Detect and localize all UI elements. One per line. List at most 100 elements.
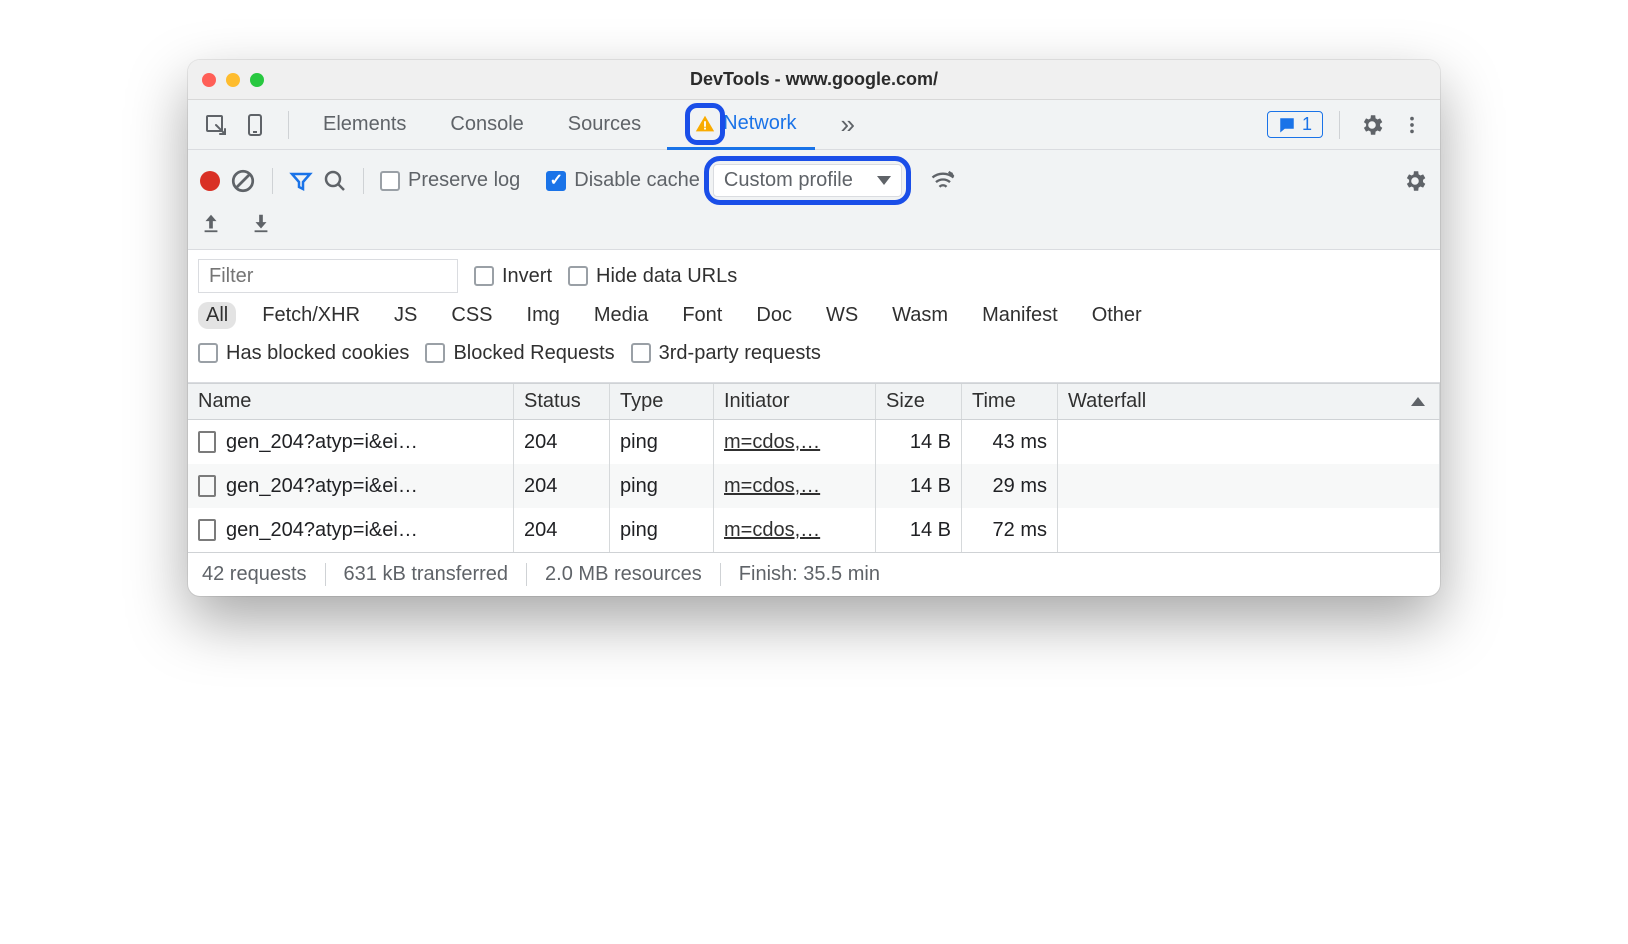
close-window-button[interactable] (202, 73, 216, 87)
request-time: 43 ms (962, 420, 1058, 464)
request-type: ping (610, 508, 714, 552)
type-filter-font[interactable]: Font (674, 302, 730, 329)
status-finish: Finish: 35.5 min (721, 563, 898, 586)
table-row[interactable]: gen_204?atyp=i&ei…204pingm=cdos,…14 B72 … (188, 508, 1440, 552)
invert-label: Invert (502, 265, 552, 288)
separator (272, 168, 273, 194)
invert-checkbox[interactable]: Invert (474, 265, 552, 288)
minimize-window-button[interactable] (226, 73, 240, 87)
request-waterfall (1058, 420, 1440, 464)
upload-har-icon[interactable] (200, 212, 222, 234)
settings-icon[interactable] (1356, 109, 1388, 141)
type-filter-js[interactable]: JS (386, 302, 425, 329)
table-row[interactable]: gen_204?atyp=i&ei…204pingm=cdos,…14 B29 … (188, 464, 1440, 508)
network-settings-icon[interactable] (1402, 168, 1428, 194)
throttle-value: Custom profile (724, 169, 853, 192)
third-party-checkbox[interactable]: 3rd-party requests (631, 342, 821, 365)
request-initiator[interactable]: m=cdos,… (724, 475, 820, 498)
zoom-window-button[interactable] (250, 73, 264, 87)
type-filter-media[interactable]: Media (586, 302, 656, 329)
issues-counter[interactable]: 1 (1267, 111, 1323, 138)
request-size: 14 B (876, 464, 962, 508)
third-party-label: 3rd-party requests (659, 342, 821, 365)
col-status[interactable]: Status (514, 384, 610, 419)
separator (363, 168, 364, 194)
blocked-requests-label: Blocked Requests (453, 342, 614, 365)
tab-network[interactable]: Network (667, 100, 814, 150)
network-conditions-icon[interactable] (929, 167, 957, 195)
filter-input[interactable] (198, 259, 458, 293)
tab-console[interactable]: Console (432, 100, 541, 150)
request-initiator[interactable]: m=cdos,… (724, 431, 820, 454)
request-status: 204 (514, 420, 610, 464)
request-status: 204 (514, 508, 610, 552)
type-filter-doc[interactable]: Doc (748, 302, 800, 329)
type-filter-fetchxhr[interactable]: Fetch/XHR (254, 302, 368, 329)
preserve-log-checkbox[interactable]: Preserve log (380, 169, 520, 192)
type-filter-css[interactable]: CSS (443, 302, 500, 329)
window-traffic-lights (202, 73, 264, 87)
network-toolbar: Preserve log Disable cache Custom profil… (188, 150, 1440, 250)
devtools-tabs: Elements Console Sources Network » 1 (188, 100, 1440, 150)
separator (288, 111, 289, 139)
disable-cache-checkbox[interactable]: Disable cache (546, 169, 700, 192)
download-har-icon[interactable] (250, 212, 272, 234)
checkbox-icon (380, 171, 400, 191)
type-filter-img[interactable]: Img (519, 302, 568, 329)
checkbox-icon (474, 266, 494, 286)
device-toolbar-icon[interactable] (240, 109, 272, 141)
request-name: gen_204?atyp=i&ei… (226, 431, 418, 454)
checkbox-icon (425, 343, 445, 363)
checkbox-icon (546, 171, 566, 191)
resource-type-filters: All Fetch/XHR JS CSS Img Media Font Doc WS Wasm Ma… (192, 296, 1428, 334)
file-icon (198, 431, 216, 453)
disable-cache-label: Disable cache (574, 169, 700, 192)
blocked-cookies-checkbox[interactable]: Has blocked cookies (198, 342, 409, 365)
tabs-overflow[interactable]: » (823, 100, 873, 150)
filter-bar: Invert Hide data URLs All Fetch/XHR JS CSS I… (188, 250, 1440, 383)
tab-elements[interactable]: Elements (305, 100, 424, 150)
preserve-log-label: Preserve log (408, 169, 520, 192)
blocked-requests-checkbox[interactable]: Blocked Requests (425, 342, 614, 365)
table-row[interactable]: gen_204?atyp=i&ei… 204ping m=cdos,… 14 B43 … (188, 420, 1440, 464)
record-button[interactable] (200, 171, 220, 191)
col-time[interactable]: Time (962, 384, 1058, 419)
blocked-cookies-label: Has blocked cookies (226, 342, 409, 365)
col-type[interactable]: Type (610, 384, 714, 419)
more-menu-icon[interactable] (1396, 109, 1428, 141)
type-filter-wasm[interactable]: Wasm (884, 302, 956, 329)
status-transferred: 631 kB transferred (326, 563, 528, 586)
inspect-element-icon[interactable] (200, 109, 232, 141)
col-initiator[interactable]: Initiator (714, 384, 876, 419)
warning-icon (694, 113, 716, 135)
search-icon[interactable] (323, 169, 347, 193)
titlebar: DevTools - www.google.com/ (188, 60, 1440, 100)
filter-icon[interactable] (289, 169, 313, 193)
col-name[interactable]: Name (188, 384, 514, 419)
tab-sources[interactable]: Sources (550, 100, 659, 150)
type-filter-all[interactable]: All (198, 302, 236, 329)
request-time: 29 ms (962, 464, 1058, 508)
request-type: ping (610, 420, 714, 464)
type-filter-ws[interactable]: WS (818, 302, 866, 329)
request-status: 204 (514, 464, 610, 508)
type-filter-other[interactable]: Other (1084, 302, 1150, 329)
checkbox-icon (631, 343, 651, 363)
request-size: 14 B (876, 420, 962, 464)
chevron-down-icon (877, 176, 891, 185)
requests-table-body: gen_204?atyp=i&ei… 204ping m=cdos,… 14 B43 … (188, 420, 1440, 552)
throttle-highlight: Custom profile (704, 156, 911, 205)
status-requests: 42 requests (202, 563, 326, 586)
throttle-select[interactable]: Custom profile (713, 164, 902, 197)
col-size[interactable]: Size (876, 384, 962, 419)
type-filter-manifest[interactable]: Manifest (974, 302, 1066, 329)
status-bar: 42 requests 631 kB transferred 2.0 MB re… (188, 552, 1440, 596)
request-name: gen_204?atyp=i&ei… (226, 475, 418, 498)
separator (1339, 111, 1340, 139)
request-initiator[interactable]: m=cdos,… (724, 519, 820, 542)
col-waterfall[interactable]: Waterfall (1058, 384, 1440, 419)
clear-icon[interactable] (230, 168, 256, 194)
file-icon (198, 475, 216, 497)
hide-data-urls-checkbox[interactable]: Hide data URLs (568, 265, 737, 288)
status-resources: 2.0 MB resources (527, 563, 721, 586)
